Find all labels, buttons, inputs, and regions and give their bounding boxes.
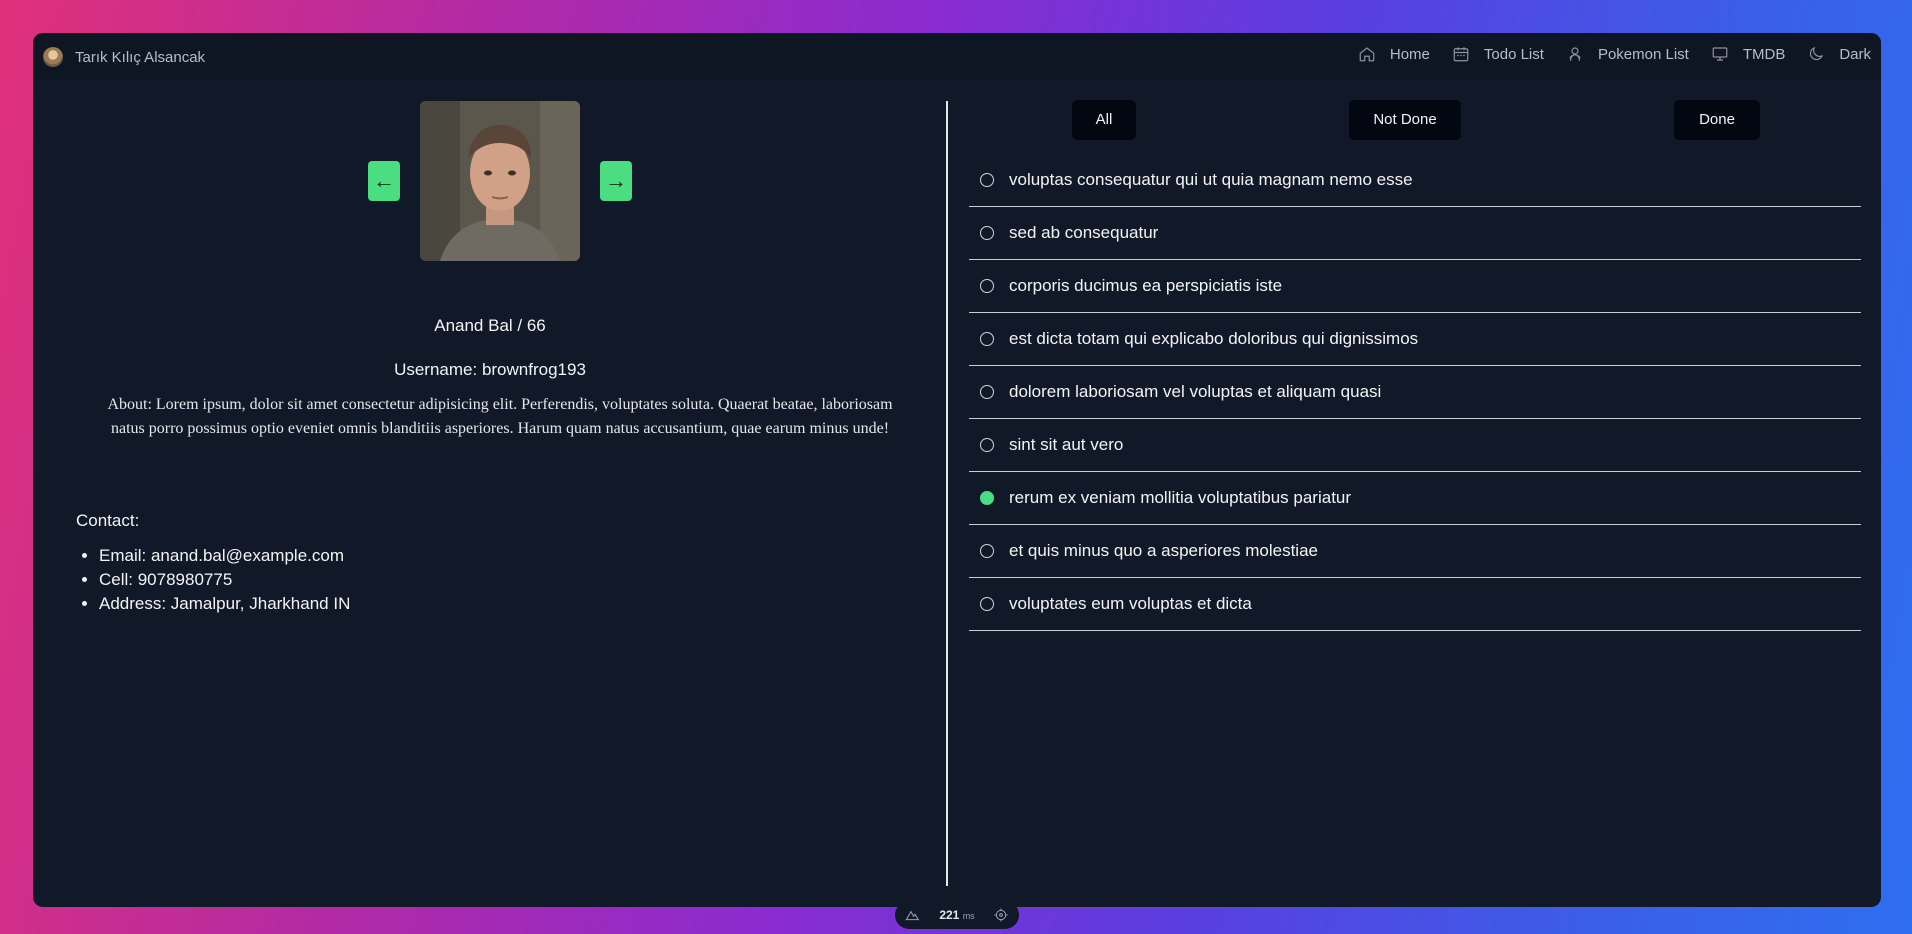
nav-todo-list-label: Todo List (1483, 45, 1544, 63)
todo-status-radio[interactable] (980, 544, 994, 558)
nav-dark-toggle[interactable]: Dark (1807, 45, 1871, 63)
prev-user-button[interactable]: ← (368, 161, 400, 201)
user-about: About: Lorem ipsum, dolor sit amet conse… (107, 396, 893, 437)
nav-home[interactable]: Home (1358, 45, 1430, 63)
contact-email: Email: anand.bal@example.com (99, 544, 350, 568)
todo-text: voluptates eum voluptas et dicta (1009, 594, 1252, 613)
user-photo-image (420, 101, 580, 261)
panel-divider (946, 101, 948, 886)
todo-text: sint sit aut vero (1009, 435, 1124, 454)
contact-title: Contact: (76, 511, 140, 530)
nav-menu: Home Todo List Pokemon List TMDB Dark (1336, 45, 1871, 63)
app-window: Tarık Kılıç Alsancak Home Todo List Poke… (33, 33, 1881, 907)
todo-item[interactable]: voluptates eum voluptas et dicta (969, 578, 1861, 631)
todo-status-radio[interactable] (980, 438, 994, 452)
todo-text: et quis minus quo a asperiores molestiae (1009, 541, 1318, 560)
nav-todo-list[interactable]: Todo List (1452, 45, 1544, 63)
brand[interactable]: Tarık Kılıç Alsancak (43, 47, 205, 67)
user-username: Username: brownfrog193 (394, 360, 586, 379)
render-time-value: 221 (939, 908, 960, 922)
todo-status-radio[interactable] (980, 597, 994, 611)
brand-avatar (43, 47, 63, 67)
nav-tmdb-label: TMDB (1742, 45, 1786, 63)
target-icon[interactable] (993, 907, 1009, 923)
todo-text: sed ab consequatur (1009, 223, 1159, 242)
nav-pokemon-list[interactable]: Pokemon List (1566, 45, 1689, 63)
nav-pokemon-list-label: Pokemon List (1597, 45, 1689, 63)
todo-item[interactable]: dolorem laboriosam vel voluptas et aliqu… (969, 366, 1861, 419)
todo-text: corporis ducimus ea perspiciatis iste (1009, 276, 1283, 295)
filter-done-button[interactable]: Done (1674, 100, 1760, 140)
filter-all-button[interactable]: All (1072, 100, 1136, 140)
pokemon-icon (1569, 47, 1581, 61)
nuxt-logo-icon[interactable] (905, 907, 921, 923)
todo-item[interactable]: est dicta totam qui explicabo doloribus … (969, 313, 1861, 366)
moon-icon (1810, 46, 1824, 61)
contact-address: Address: Jamalpur, Jharkhand IN (99, 592, 350, 616)
todo-text: dolorem laboriosam vel voluptas et aliqu… (1009, 382, 1382, 401)
todo-status-radio[interactable] (980, 279, 994, 293)
todo-item[interactable]: corporis ducimus ea perspiciatis iste (969, 260, 1861, 313)
todo-item[interactable]: voluptas consequatur qui ut quia magnam … (969, 154, 1861, 207)
todo-status-radio[interactable] (980, 226, 994, 240)
todo-text: voluptas consequatur qui ut quia magnam … (1009, 170, 1413, 189)
top-navbar: Tarık Kılıç Alsancak Home Todo List Poke… (33, 33, 1881, 80)
profile-panel: ← → Anand Bal / 66 Username: brownfrog19… (33, 80, 947, 907)
todo-item[interactable]: sed ab consequatur (969, 207, 1861, 260)
contact-cell: Cell: 9078980775 (99, 568, 350, 592)
monitor-icon (1712, 47, 1728, 61)
nav-home-label: Home (1389, 45, 1430, 63)
home-icon (1359, 47, 1375, 62)
user-name-age: Anand Bal / 66 (434, 316, 546, 335)
todo-status-radio[interactable] (980, 491, 994, 505)
todo-text: est dicta totam qui explicabo doloribus … (1009, 329, 1419, 348)
nav-tmdb[interactable]: TMDB (1711, 45, 1786, 63)
calendar-icon (1453, 47, 1469, 62)
nav-dark-label: Dark (1839, 45, 1871, 63)
todo-list: voluptas consequatur qui ut quia magnam … (969, 154, 1861, 631)
todo-status-radio[interactable] (980, 332, 994, 346)
todo-item[interactable]: rerum ex veniam mollitia voluptatibus pa… (969, 472, 1861, 525)
render-time: 221 ms (939, 908, 974, 922)
todo-status-radio[interactable] (980, 385, 994, 399)
next-user-button[interactable]: → (600, 161, 632, 201)
brand-name: Tarık Kılıç Alsancak (75, 48, 206, 66)
render-time-unit: ms (962, 911, 975, 921)
user-photo (420, 101, 580, 261)
todo-item[interactable]: sint sit aut vero (969, 419, 1861, 472)
todo-text: rerum ex veniam mollitia voluptatibus pa… (1009, 488, 1352, 507)
todo-item[interactable]: et quis minus quo a asperiores molestiae (969, 525, 1861, 578)
filter-not-done-button[interactable]: Not Done (1349, 100, 1461, 140)
dev-toolbar: 221 ms (895, 901, 1019, 929)
contact-list: Email: anand.bal@example.com Cell: 90789… (76, 544, 350, 616)
todo-status-radio[interactable] (980, 173, 994, 187)
